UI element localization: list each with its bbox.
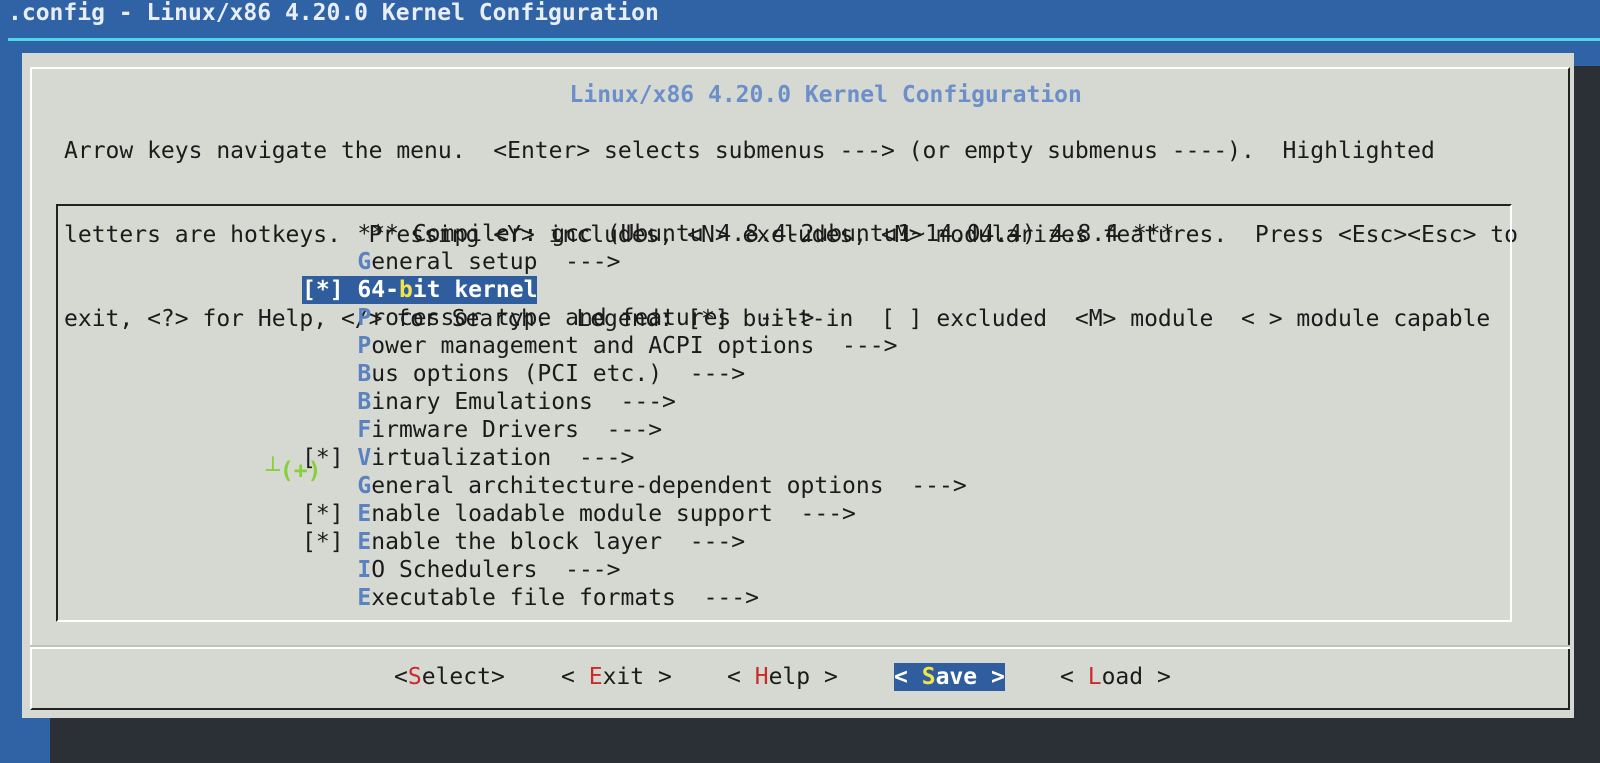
menu-item[interactable]: [*] Virtualization --->: [302, 444, 1174, 472]
menu-list: *** Compiler: gcc (Ubuntu 4.8.4-2ubuntu1…: [302, 220, 1174, 612]
menu-item-label: rocessor type and features --->: [371, 305, 815, 331]
button-label: oad: [1101, 664, 1144, 690]
button-label: elp: [768, 664, 811, 690]
menu-item-state: [302, 389, 357, 415]
menu-box: *** Compiler: gcc (Ubuntu 4.8.4-2ubuntu1…: [56, 204, 1512, 622]
menu-item-state: [302, 361, 357, 387]
menu-item-state: [302, 221, 357, 247]
kernel-config-dialog: Linux/x86 4.20.0 Kernel Configuration Ar…: [22, 53, 1574, 718]
menu-item[interactable]: Binary Emulations --->: [302, 388, 1174, 416]
save-button[interactable]: < Save >: [894, 663, 1005, 691]
title-underline: [8, 38, 1600, 41]
button-hotkey: L: [1087, 664, 1102, 690]
button-bracket-close: >: [810, 664, 838, 690]
button-bracket-close: >: [1143, 664, 1171, 690]
menu-item-state: [302, 557, 357, 583]
menu-item[interactable]: Firmware Drivers --->: [302, 416, 1174, 444]
menu-item-state: [*]: [302, 529, 358, 555]
menu-item-state: [302, 585, 357, 611]
button-bracket-close: >: [490, 664, 505, 690]
button-hotkey: S: [407, 664, 422, 690]
menu-item-label: *** Compiler: gcc (Ubuntu 4.8.4-2ubuntu1…: [357, 221, 1175, 247]
window-title: .config - Linux/x86 4.20.0 Kernel Config…: [8, 0, 659, 26]
menu-item-label: irtualization --->: [371, 445, 635, 471]
menu-item-hotkey: I: [357, 557, 372, 583]
menu-item-state: [302, 333, 357, 359]
menu-item[interactable]: Processor type and features --->: [302, 304, 1174, 332]
menu-item-label: O Schedulers --->: [371, 557, 621, 583]
button-hotkey: S: [921, 664, 936, 690]
menu-item[interactable]: IO Schedulers --->: [302, 556, 1174, 584]
help-line: Arrow keys navigate the menu. <Enter> se…: [64, 138, 1435, 164]
menu-item-hotkey: E: [357, 585, 372, 611]
menu-item-state: [302, 305, 357, 331]
exit-button[interactable]: < Exit >: [561, 663, 672, 691]
menu-item-label: irmware Drivers --->: [371, 417, 663, 443]
menu-item-state: [*]: [302, 277, 358, 303]
button-bracket-open: <: [394, 664, 408, 690]
menu-item[interactable]: General setup --->: [302, 248, 1174, 276]
menu-item-hotkey: b: [398, 277, 413, 303]
menu-item[interactable]: [*] Enable the block layer --->: [302, 528, 1174, 556]
menu-item-hotkey: B: [357, 361, 372, 387]
button-bracket-open: <: [727, 664, 755, 690]
button-label: ave: [935, 664, 978, 690]
menu-item[interactable]: [*] 64-bit kernel: [302, 276, 538, 304]
dialog-shadow-bottom: [50, 718, 1600, 763]
button-bar: <Select> < Exit > < Help > < Save > < Load >: [22, 663, 1574, 691]
menu-item-label: eneral setup --->: [371, 249, 621, 275]
button-separator: [30, 645, 1570, 649]
menu-item[interactable]: *** Compiler: gcc (Ubuntu 4.8.4-2ubuntu1…: [302, 220, 1174, 248]
button-label: elect: [421, 664, 491, 690]
button-bracket-open: <: [894, 664, 922, 690]
menu-item[interactable]: Executable file formats --->: [302, 584, 1174, 612]
menu-item-hotkey: E: [357, 529, 372, 555]
menu-item-label: nable the block layer --->: [371, 529, 746, 555]
select-button[interactable]: <Select>: [394, 663, 505, 691]
more-items-indicator: ┴(+): [266, 458, 322, 484]
menu-item-label: inary Emulations --->: [371, 389, 676, 415]
menu-item-label: eneral architecture-dependent options --…: [371, 473, 967, 499]
button-label: xit: [602, 664, 645, 690]
menu-item[interactable]: General architecture-dependent options -…: [302, 472, 1174, 500]
load-button[interactable]: < Load >: [1060, 663, 1171, 691]
menu-item-label: nable loadable module support --->: [371, 501, 856, 527]
menu-item-label-start: 64-: [357, 277, 399, 303]
dialog-shadow-right: [1574, 66, 1600, 718]
menu-item[interactable]: Power management and ACPI options --->: [302, 332, 1174, 360]
menu-item-label: it kernel: [412, 277, 538, 303]
button-hotkey: E: [588, 664, 603, 690]
button-bracket-close: >: [977, 664, 1005, 690]
help-button[interactable]: < Help >: [727, 663, 838, 691]
menu-item-hotkey: E: [357, 501, 372, 527]
menu-item-hotkey: G: [357, 473, 372, 499]
menu-item-hotkey: V: [357, 445, 372, 471]
menu-item-hotkey: B: [357, 389, 372, 415]
button-bracket-open: <: [1060, 664, 1088, 690]
menu-item-hotkey: F: [357, 417, 372, 443]
menu-item-hotkey: P: [357, 333, 372, 359]
menu-item-label: us options (PCI etc.) --->: [371, 361, 746, 387]
menu-item-hotkey: P: [357, 305, 372, 331]
menu-item[interactable]: [*] Enable loadable module support --->: [302, 500, 1174, 528]
menu-item[interactable]: Bus options (PCI etc.) --->: [302, 360, 1174, 388]
menu-item-state: [302, 249, 357, 275]
button-bracket-close: >: [644, 664, 672, 690]
menu-item-label: ower management and ACPI options --->: [371, 333, 898, 359]
button-hotkey: H: [754, 664, 769, 690]
button-bracket-open: <: [561, 664, 589, 690]
menu-item-hotkey: G: [357, 249, 372, 275]
menu-item-label: xecutable file formats --->: [371, 585, 759, 611]
menu-item-state: [*]: [302, 501, 358, 527]
menu-item-state: [302, 417, 357, 443]
